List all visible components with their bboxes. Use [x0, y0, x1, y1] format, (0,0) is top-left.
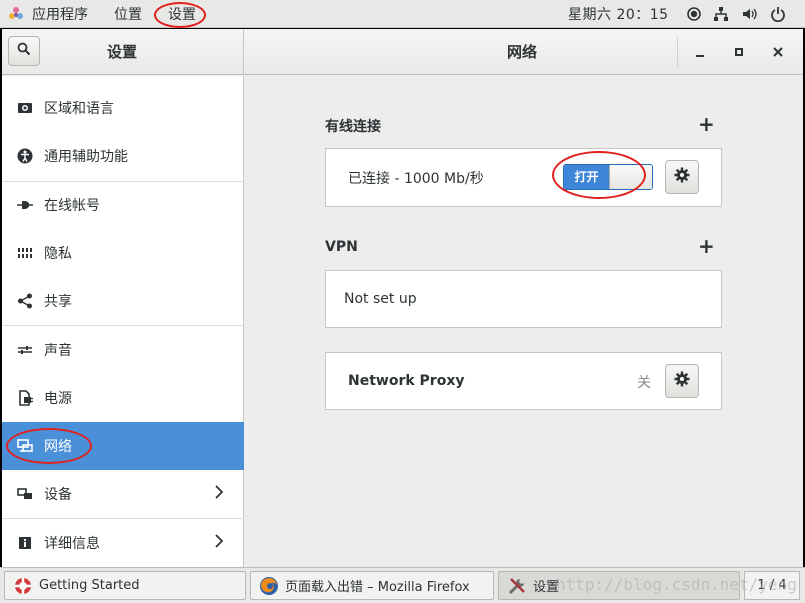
gear-icon [674, 371, 690, 391]
sidebar-item-label: 共享 [44, 294, 72, 310]
sidebar-item-power[interactable]: 电源 [2, 374, 244, 422]
header-sidebar-section: 设置 [2, 29, 244, 75]
top-bar: 应用程序 位置 设置 星期六 20：15 [0, 0, 805, 28]
sidebar-item-accessibility[interactable]: 通用辅助功能 [2, 132, 244, 180]
sound-icon [16, 341, 34, 359]
online-accounts-icon [16, 196, 34, 214]
applications-icon[interactable] [8, 6, 24, 22]
switch-on-label: 打开 [564, 165, 609, 189]
wired-section-title: 有线连接 [325, 119, 381, 135]
vpn-card: Not set up [325, 270, 722, 328]
chevron-right-icon [214, 485, 224, 503]
wired-connection-card: 已连接 - 1000 Mb/秒 打开 [325, 148, 722, 207]
privacy-icon [16, 244, 34, 262]
task-firefox[interactable]: 页面载入出错 – Mozilla Firefox [250, 571, 494, 600]
network-wired-icon[interactable] [712, 5, 730, 23]
record-icon[interactable] [685, 5, 703, 23]
settings-window: 设置 网络 区域和语言 通用辅助功能 在线帐号 隐私 共享 声音 电源 网络 设… [2, 29, 803, 567]
search-button[interactable] [8, 36, 40, 66]
sidebar-item-label: 电源 [44, 391, 72, 407]
region-icon [16, 99, 34, 117]
workspace-pager[interactable]: 1 / 4 [744, 571, 800, 600]
share-icon [16, 292, 34, 310]
task-settings[interactable]: 设置 [498, 571, 740, 600]
power-plug-icon [16, 389, 34, 407]
header-bar: 设置 网络 [2, 29, 803, 75]
places-menu[interactable]: 位置 [114, 4, 142, 24]
sidebar-item-details[interactable]: 详细信息 [2, 519, 244, 567]
settings-app-menu[interactable]: 设置 [168, 4, 196, 24]
sidebar-item-label: 网络 [44, 439, 72, 455]
taskbar: Getting Started 页面载入出错 – Mozilla Firefox… [0, 567, 805, 603]
accessibility-icon [16, 147, 34, 165]
sidebar-item-label: 隐私 [44, 246, 72, 262]
settings-tools-icon [507, 576, 527, 596]
sidebar-item-label: 通用辅助功能 [44, 149, 128, 165]
search-icon [17, 42, 31, 60]
minimize-button[interactable] [690, 42, 710, 62]
switch-knob [609, 165, 652, 189]
network-icon [16, 437, 34, 455]
sidebar-item-label: 设备 [44, 487, 72, 503]
sidebar-item-privacy[interactable]: 隐私 [2, 229, 244, 277]
wired-toggle-switch[interactable]: 打开 [563, 164, 653, 190]
close-button[interactable] [768, 42, 788, 62]
volume-icon[interactable] [740, 5, 758, 23]
power-icon[interactable] [769, 5, 787, 23]
sidebar-title: 设置 [106, 43, 137, 61]
details-icon [16, 534, 34, 552]
proxy-settings-button[interactable] [665, 364, 699, 398]
sidebar-item-devices[interactable]: 设备 [2, 470, 244, 518]
chevron-right-icon [214, 534, 224, 552]
task-label: 设置 [533, 580, 560, 595]
sidebar-item-label: 声音 [44, 343, 72, 359]
network-proxy-card[interactable]: Network Proxy 关 [325, 352, 722, 410]
sidebar-item-online-accounts[interactable]: 在线帐号 [2, 181, 244, 229]
devices-icon [16, 485, 34, 503]
settings-sidebar: 区域和语言 通用辅助功能 在线帐号 隐私 共享 声音 电源 网络 设备 详细信息 [2, 76, 244, 567]
sidebar-item-network[interactable]: 网络 [2, 422, 244, 470]
sidebar-item-region[interactable]: 区域和语言 [2, 84, 244, 132]
add-vpn-button[interactable]: + [698, 234, 715, 258]
wired-status-text: 已连接 - 1000 Mb/秒 [348, 171, 484, 187]
network-proxy-label: Network Proxy [348, 373, 465, 389]
clock[interactable]: 星期六 20：15 [568, 4, 669, 24]
gear-icon [674, 167, 690, 187]
proxy-status-text: 关 [637, 375, 651, 391]
panel-title: 网络 [506, 43, 537, 61]
help-lifebuoy-icon [13, 576, 33, 596]
firefox-icon [259, 576, 279, 596]
vpn-empty-text: Not set up [344, 291, 417, 307]
wired-settings-button[interactable] [665, 160, 699, 194]
add-wired-button[interactable]: + [698, 112, 715, 136]
network-panel: 有线连接 + 已连接 - 1000 Mb/秒 打开 VPN + Not set … [245, 76, 803, 567]
sidebar-item-sound[interactable]: 声音 [2, 326, 244, 374]
task-label: Getting Started [39, 578, 140, 593]
task-label: 页面载入出错 – Mozilla Firefox [285, 580, 470, 595]
sidebar-item-label: 区域和语言 [44, 101, 114, 117]
sidebar-item-label: 在线帐号 [44, 198, 100, 214]
sidebar-item-label: 详细信息 [44, 536, 100, 552]
vpn-section-title: VPN [325, 239, 358, 255]
header-separator [677, 37, 678, 67]
maximize-button[interactable] [729, 42, 749, 62]
sidebar-item-sharing[interactable]: 共享 [2, 277, 244, 325]
applications-menu[interactable]: 应用程序 [32, 4, 88, 24]
task-getting-started[interactable]: Getting Started [4, 571, 246, 600]
